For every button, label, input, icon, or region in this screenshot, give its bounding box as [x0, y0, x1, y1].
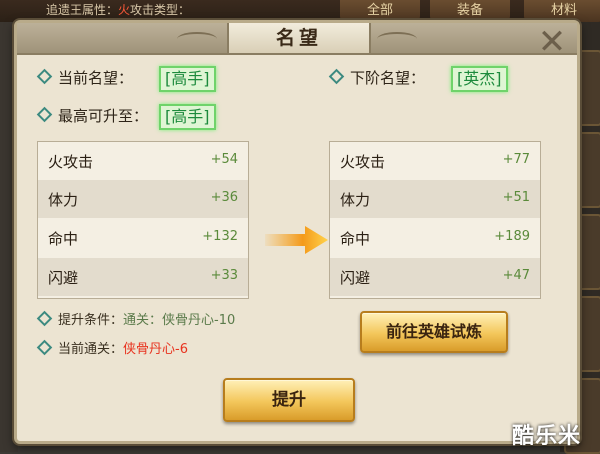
- diamond-bullet-icon: [328, 68, 345, 85]
- stat-row: 体力 +51: [330, 180, 540, 218]
- max-reputation-badge: [高手]: [159, 104, 216, 130]
- stat-value: +132: [202, 229, 238, 244]
- watermark-logo: 酷乐米: [512, 424, 582, 449]
- diamond-bullet-icon: [36, 106, 53, 123]
- upgrade-button[interactable]: 提升: [223, 378, 355, 422]
- stat-row: 闪避 +47: [330, 258, 540, 296]
- stat-name: 体力: [340, 191, 371, 209]
- upgrade-condition-value: 通关：侠骨丹心-10: [123, 313, 236, 328]
- title-scroll-ornament: [377, 32, 417, 46]
- diamond-bullet-icon: [36, 68, 53, 85]
- stat-name: 闪避: [48, 269, 79, 287]
- stat-value: +54: [210, 152, 238, 167]
- hero-trial-button[interactable]: 前往英雄试炼: [360, 311, 508, 353]
- max-reputation-row: 最高可升至：: [36, 105, 149, 127]
- stat-value: +47: [502, 268, 530, 283]
- current-reputation-label: 当前名望：: [58, 69, 134, 87]
- current-clear-value: 侠骨丹心-6: [123, 342, 188, 357]
- stat-value: +36: [210, 190, 238, 205]
- current-stats-panel: 火攻击 +54 体力 +36 命中 +132 闪避 +33: [37, 141, 249, 299]
- upgrade-condition-row: 提升条件：通关：侠骨丹心-10: [36, 310, 236, 331]
- current-reputation-badge: [高手]: [159, 66, 216, 92]
- next-reputation-badge: [英杰]: [451, 66, 508, 92]
- next-reputation-row: 下阶名望：: [328, 67, 426, 89]
- tab-materials[interactable]: 材料: [524, 0, 600, 22]
- title-scroll-ornament: [177, 32, 217, 46]
- reputation-dialog: 名望 ✕ 当前名望： [高手] 最高可升至： [高手] 下阶名望： [英杰] 火…: [14, 20, 580, 444]
- stat-row: 命中 +132: [38, 219, 248, 257]
- stat-name: 体力: [48, 191, 79, 209]
- diamond-bullet-icon: [36, 310, 53, 327]
- stat-row: 火攻击 +54: [38, 142, 248, 180]
- next-reputation-label: 下阶名望：: [350, 69, 426, 87]
- tab-all[interactable]: 全部: [340, 0, 420, 22]
- stat-row: 命中 +189: [330, 219, 540, 257]
- stat-name: 闪避: [340, 269, 371, 287]
- current-clear-label: 当前通关：: [58, 342, 124, 357]
- stat-value: +33: [210, 268, 238, 283]
- max-reputation-label: 最高可升至：: [58, 107, 149, 125]
- current-clear-row: 当前通关：侠骨丹心-6: [36, 339, 188, 360]
- close-icon[interactable]: ✕: [535, 25, 569, 59]
- upgrade-arrow-icon: [265, 226, 328, 254]
- stat-name: 命中: [48, 230, 79, 248]
- next-stats-panel: 火攻击 +77 体力 +51 命中 +189 闪避 +47: [329, 141, 541, 299]
- stat-name: 火攻击: [48, 153, 94, 171]
- stat-value: +51: [502, 190, 530, 205]
- stat-name: 命中: [340, 230, 371, 248]
- current-reputation-row: 当前名望：: [36, 67, 134, 89]
- dialog-title: 名望: [227, 23, 371, 53]
- stat-value: +189: [494, 229, 530, 244]
- tab-equipment[interactable]: 装备: [430, 0, 510, 22]
- background-top-bar: 追遗王属性：火攻击类型：: [0, 0, 600, 22]
- stat-row: 体力 +36: [38, 180, 248, 218]
- dialog-title-bar: 名望: [17, 23, 577, 55]
- background-attr-text: 追遗王属性：火攻击类型：: [46, 3, 191, 17]
- upgrade-condition-label: 提升条件：: [58, 313, 124, 328]
- stat-name: 火攻击: [340, 153, 386, 171]
- stat-row: 闪避 +33: [38, 258, 248, 296]
- stat-value: +77: [502, 152, 530, 167]
- diamond-bullet-icon: [36, 339, 53, 356]
- stat-row: 火攻击 +77: [330, 142, 540, 180]
